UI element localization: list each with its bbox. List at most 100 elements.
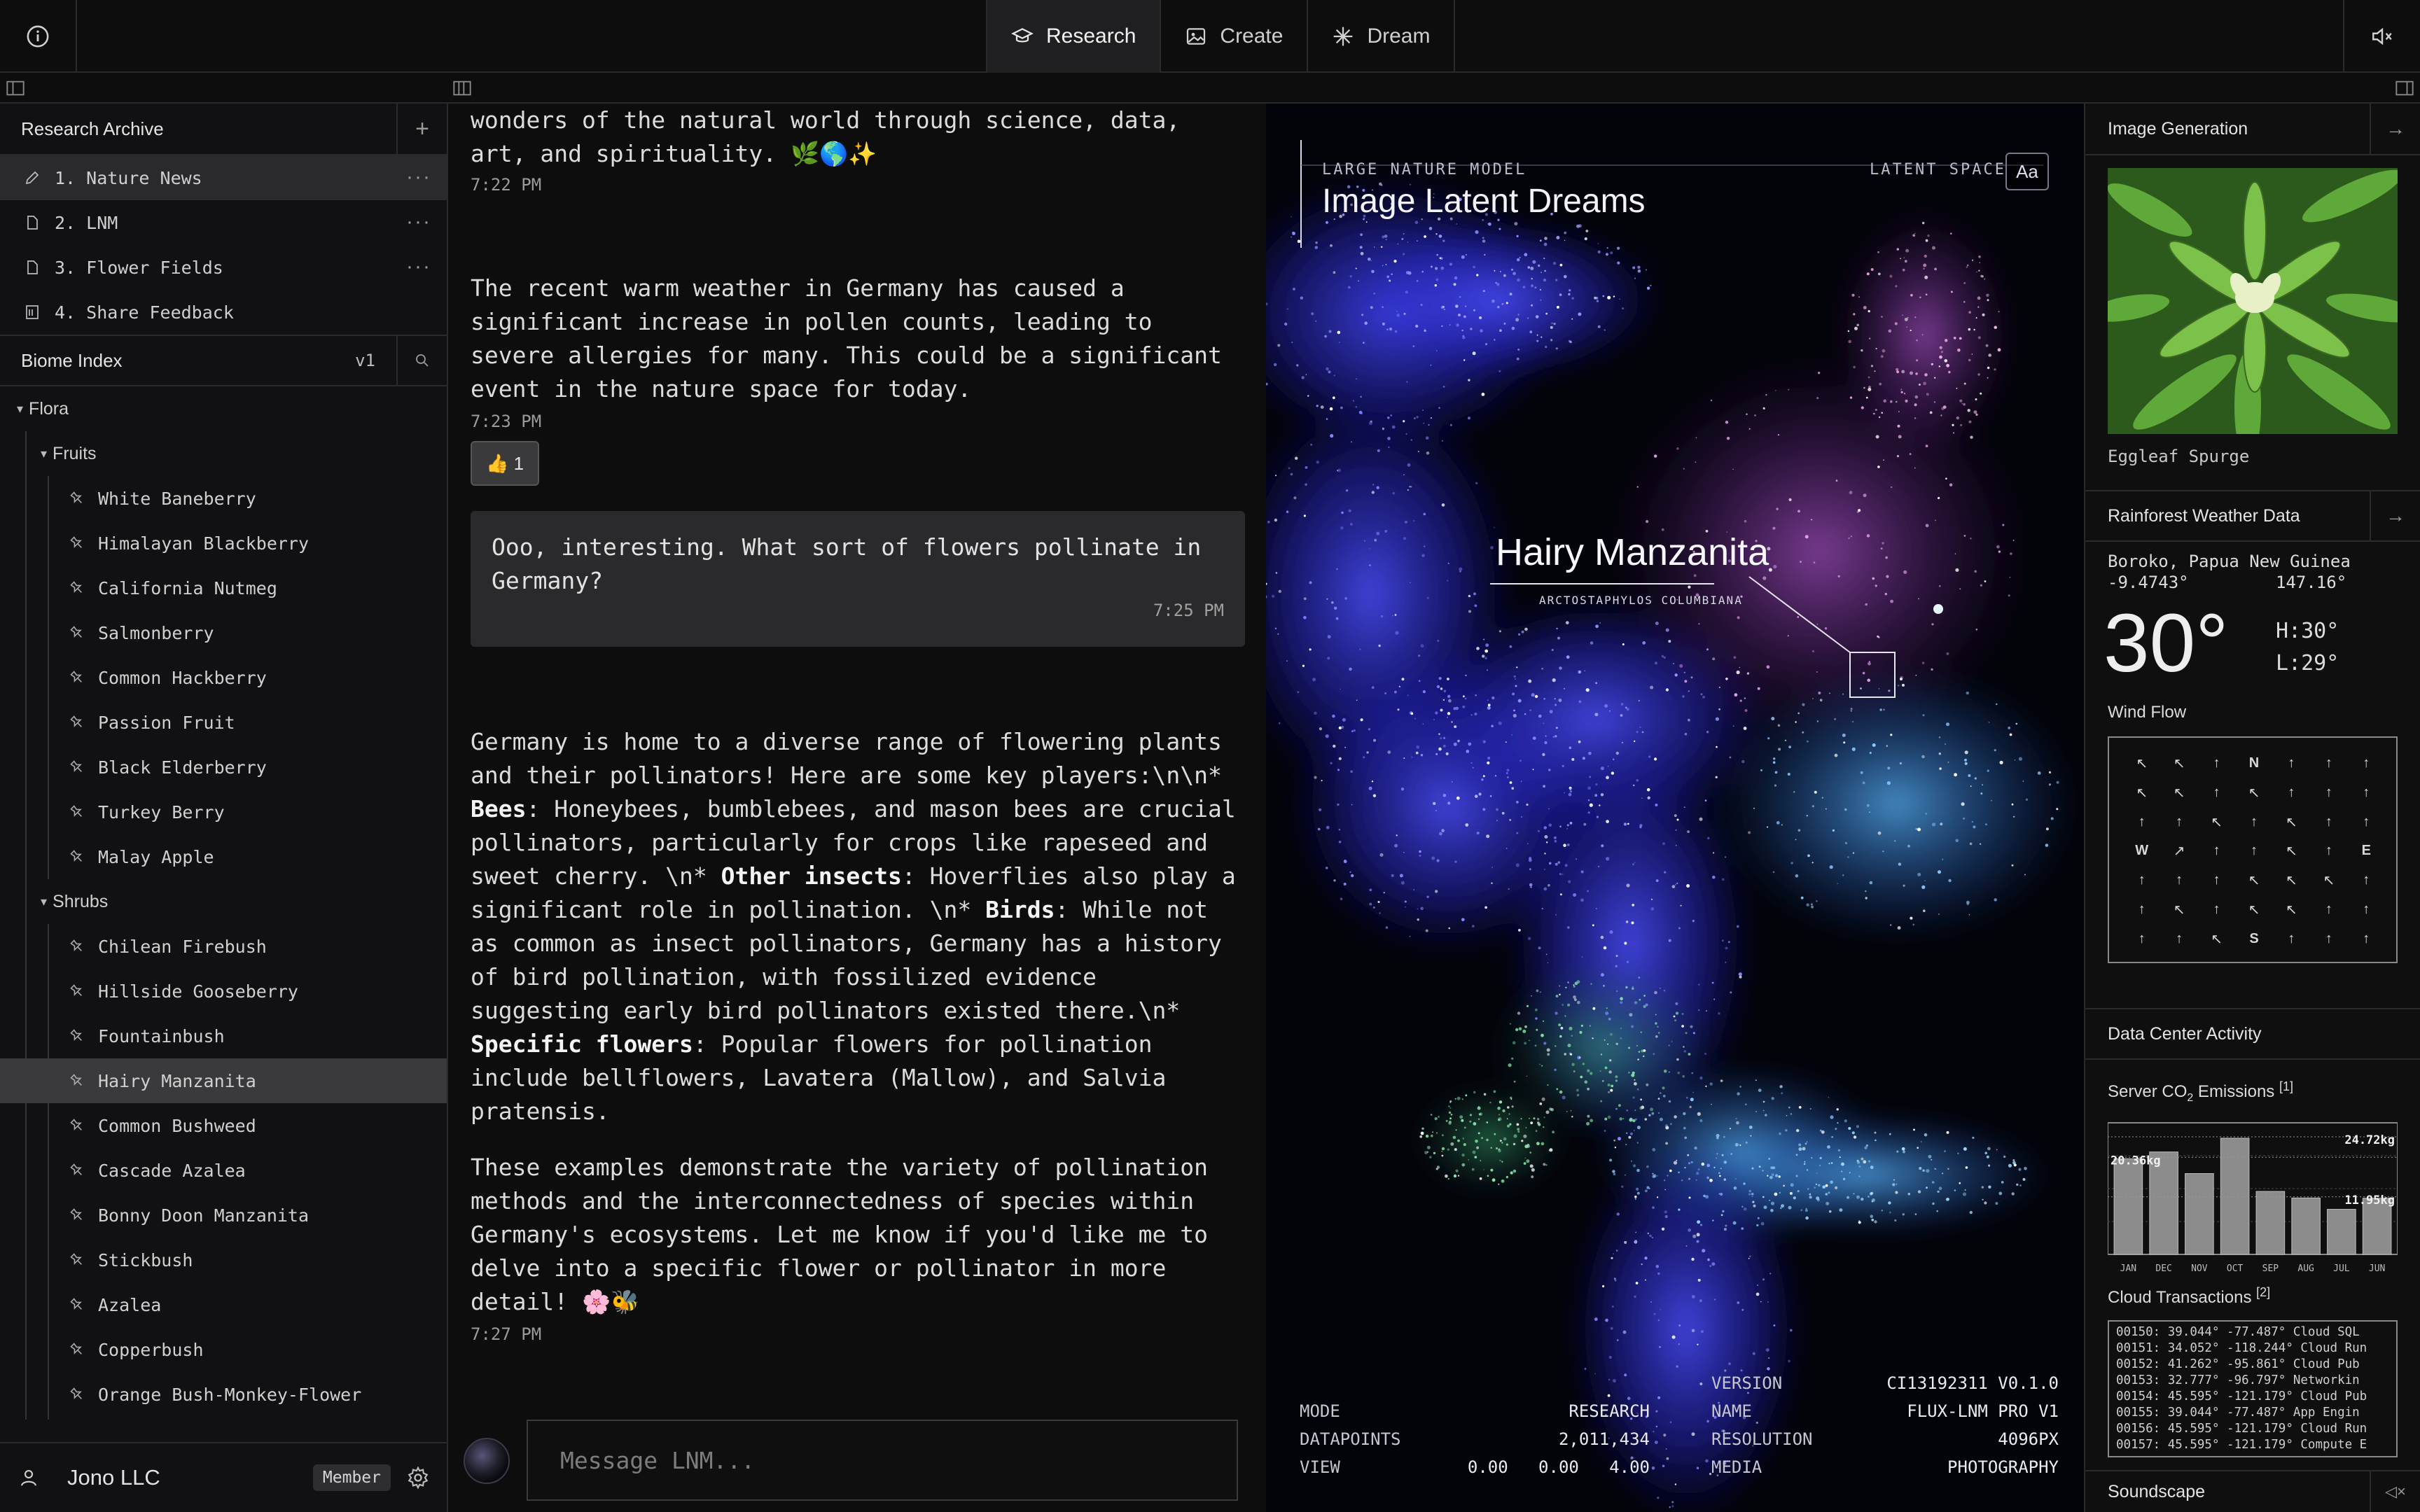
more-options-icon[interactable]: ··· [406,165,431,189]
gear-icon[interactable] [406,1466,430,1490]
datapoint-particle [1363,342,1365,344]
latent-space-canvas[interactable] [1266,104,2084,1512]
tree-leaf-item[interactable]: Salmonberry [0,610,447,655]
datapoint-particle [1787,635,1789,637]
tree-leaf-item[interactable]: Bonny Doon Manzanita [0,1193,447,1238]
tree-leaf-item[interactable]: Turkey Berry [0,790,447,834]
archive-item-lnm[interactable]: 2. LNM ··· [0,200,447,245]
datapoint-particle [1668,640,1671,643]
tab-create[interactable]: Create [1160,0,1307,73]
datapoint-particle [1940,414,1942,416]
search-biome-button[interactable] [396,335,447,386]
datapoint-particle [1684,1136,1688,1140]
wind-flow-grid: ↖ ↖ ↑ N ↑ ↑ ↑ ↖ ↖ ↑ ↖ ↑ ↑ ↑ ↑ ↑ ↖ ↑ ↖ ↑ ↑ W ↗ ↑ ↑ ↖ ↑ E ↑ ↑ ↑ ↖ ↖ ↖ ↑ ↑ ↖ ↑ ↖ ↖… [2108,736,2398,963]
tree-leaf-item[interactable]: Azalea [0,1282,447,1327]
datapoint-particle [1994,326,1996,328]
highlighted-datapoint[interactable] [1933,604,1943,614]
datapoint-particle [1462,335,1465,337]
archive-item-share-feedback[interactable]: 4. Share Feedback [0,290,447,335]
datapoint-particle [1932,246,1935,250]
datapoint-particle [1767,1301,1769,1303]
cloud-transactions-log[interactable]: 00150: 39.044° -77.487° Cloud SQL 00151: … [2108,1320,2398,1457]
info-button[interactable] [0,0,77,73]
datapoint-particle [1862,781,1865,785]
tree-node-shrubs[interactable]: ▾ Shrubs [0,879,447,924]
right-panel: Image Generation → Eggleaf Spurge Rainfo… [2084,103,2420,1512]
open-arrow-icon[interactable]: → [2370,103,2420,155]
tree-leaf-item[interactable]: Cascade Azalea [0,1148,447,1193]
footnote-ref[interactable]: [1] [2279,1079,2293,1093]
generated-plant-image[interactable] [2108,168,2398,434]
tree-leaf-item[interactable]: Malay Apple [0,834,447,879]
message-text: sweet cherry. \n* [471,862,721,890]
add-research-button[interactable]: + [396,103,447,155]
left-panel-toggle[interactable] [6,78,25,98]
tree-leaf-item[interactable]: Himalayan Blackberry [0,521,447,566]
datapoint-particle [1634,1079,1636,1081]
datapoint-particle [1419,855,1421,857]
datapoint-particle [2002,524,2005,526]
footnote-ref[interactable]: [2] [2256,1285,2270,1299]
datapoint-particle [1512,1169,1517,1173]
more-options-icon[interactable]: ··· [406,210,431,234]
datapoint-particle [1698,623,1700,625]
archive-item-nature-news[interactable]: 1. Nature News ··· [0,155,447,200]
datapoint-particle [1554,1068,1557,1072]
datapoint-particle [1501,1179,1505,1183]
tree-leaf-item[interactable]: Orange Bush-Monkey-Flower [0,1372,447,1417]
datapoint-particle [1657,1032,1660,1034]
latent-space-visualization[interactable]: LARGE NATURE MODEL Image Latent Dreams L… [1266,104,2084,1512]
archive-item-flower-fields[interactable]: 3. Flower Fields ··· [0,245,447,290]
archive-item-label: 3. Flower Fields [55,257,223,278]
tree-leaf-item[interactable]: Fountainbush [0,1014,447,1058]
datapoint-particle [1795,721,1797,723]
tree-leaf-item[interactable]: Stickbush [0,1238,447,1282]
font-style-button[interactable]: Aa [2005,153,2049,190]
datapoint-particle [1639,1106,1643,1110]
datapoint-particle [1806,1141,1808,1143]
datapoint-particle [1653,1174,1657,1178]
tree-leaf-item[interactable]: Hillside Gooseberry [0,969,447,1014]
datapoint-particle [1566,827,1568,830]
tree-leaf-item[interactable]: White Baneberry [0,476,447,521]
datapoint-particle [1863,1160,1867,1164]
tree-leaf-item[interactable]: California Nutmeg [0,566,447,610]
tree-node-fruits[interactable]: ▾ Fruits [0,431,447,476]
tab-dream-label: Dream [1367,24,1431,48]
tree-leaf-item[interactable]: Hairy Manzanita [0,1058,447,1103]
datapoint-particle [1931,623,1934,626]
datapoint-particle [1365,221,1368,223]
message-line: Specific flowers: Popular flowers for po… [471,1028,1248,1061]
right-panel-toggle[interactable] [2395,78,2414,98]
datapoint-particle [1924,1133,1928,1137]
more-options-icon[interactable]: ··· [406,255,431,279]
tree-leaf-item[interactable]: Black Elderberry [0,745,447,790]
tree-leaf-item[interactable]: Common Bushweed [0,1103,447,1148]
tab-dream[interactable]: Dream [1307,0,1456,73]
datapoint-particle [1632,784,1635,787]
datapoint-particle [1816,397,1819,400]
tree-leaf-item[interactable]: Passion Fruit [0,700,447,745]
tree-leaf-item[interactable]: Copperbush [0,1327,447,1372]
message-input[interactable]: Message LNM... [527,1420,1238,1501]
reaction-thumbs-up[interactable]: 👍 1 [471,441,539,486]
datapoint-particle [1926,1169,1930,1173]
datapoint-particle [1368,421,1372,426]
speaker-muted-icon[interactable]: ◁× [2370,1471,2420,1512]
datapoint-particle [1516,801,1519,804]
datapoint-particle [1687,830,1690,833]
datapoint-particle [1531,304,1534,307]
datapoint-particle [1461,255,1465,259]
open-arrow-icon[interactable]: → [2370,490,2420,542]
mute-button[interactable] [2343,0,2420,73]
chat-panel-toggle[interactable] [452,78,472,98]
datapoint-particle [1416,416,1419,419]
datapoint-particle [1499,329,1502,332]
datapoint-particle [1440,708,1443,712]
datapoint-particle [1658,1112,1660,1114]
tree-node-flora[interactable]: ▾ Flora [0,386,447,431]
tree-leaf-item[interactable]: Chilean Firebush [0,924,447,969]
datapoint-particle [1834,753,1838,757]
tab-research[interactable]: Research [986,0,1160,73]
tree-leaf-item[interactable]: Common Hackberry [0,655,447,700]
